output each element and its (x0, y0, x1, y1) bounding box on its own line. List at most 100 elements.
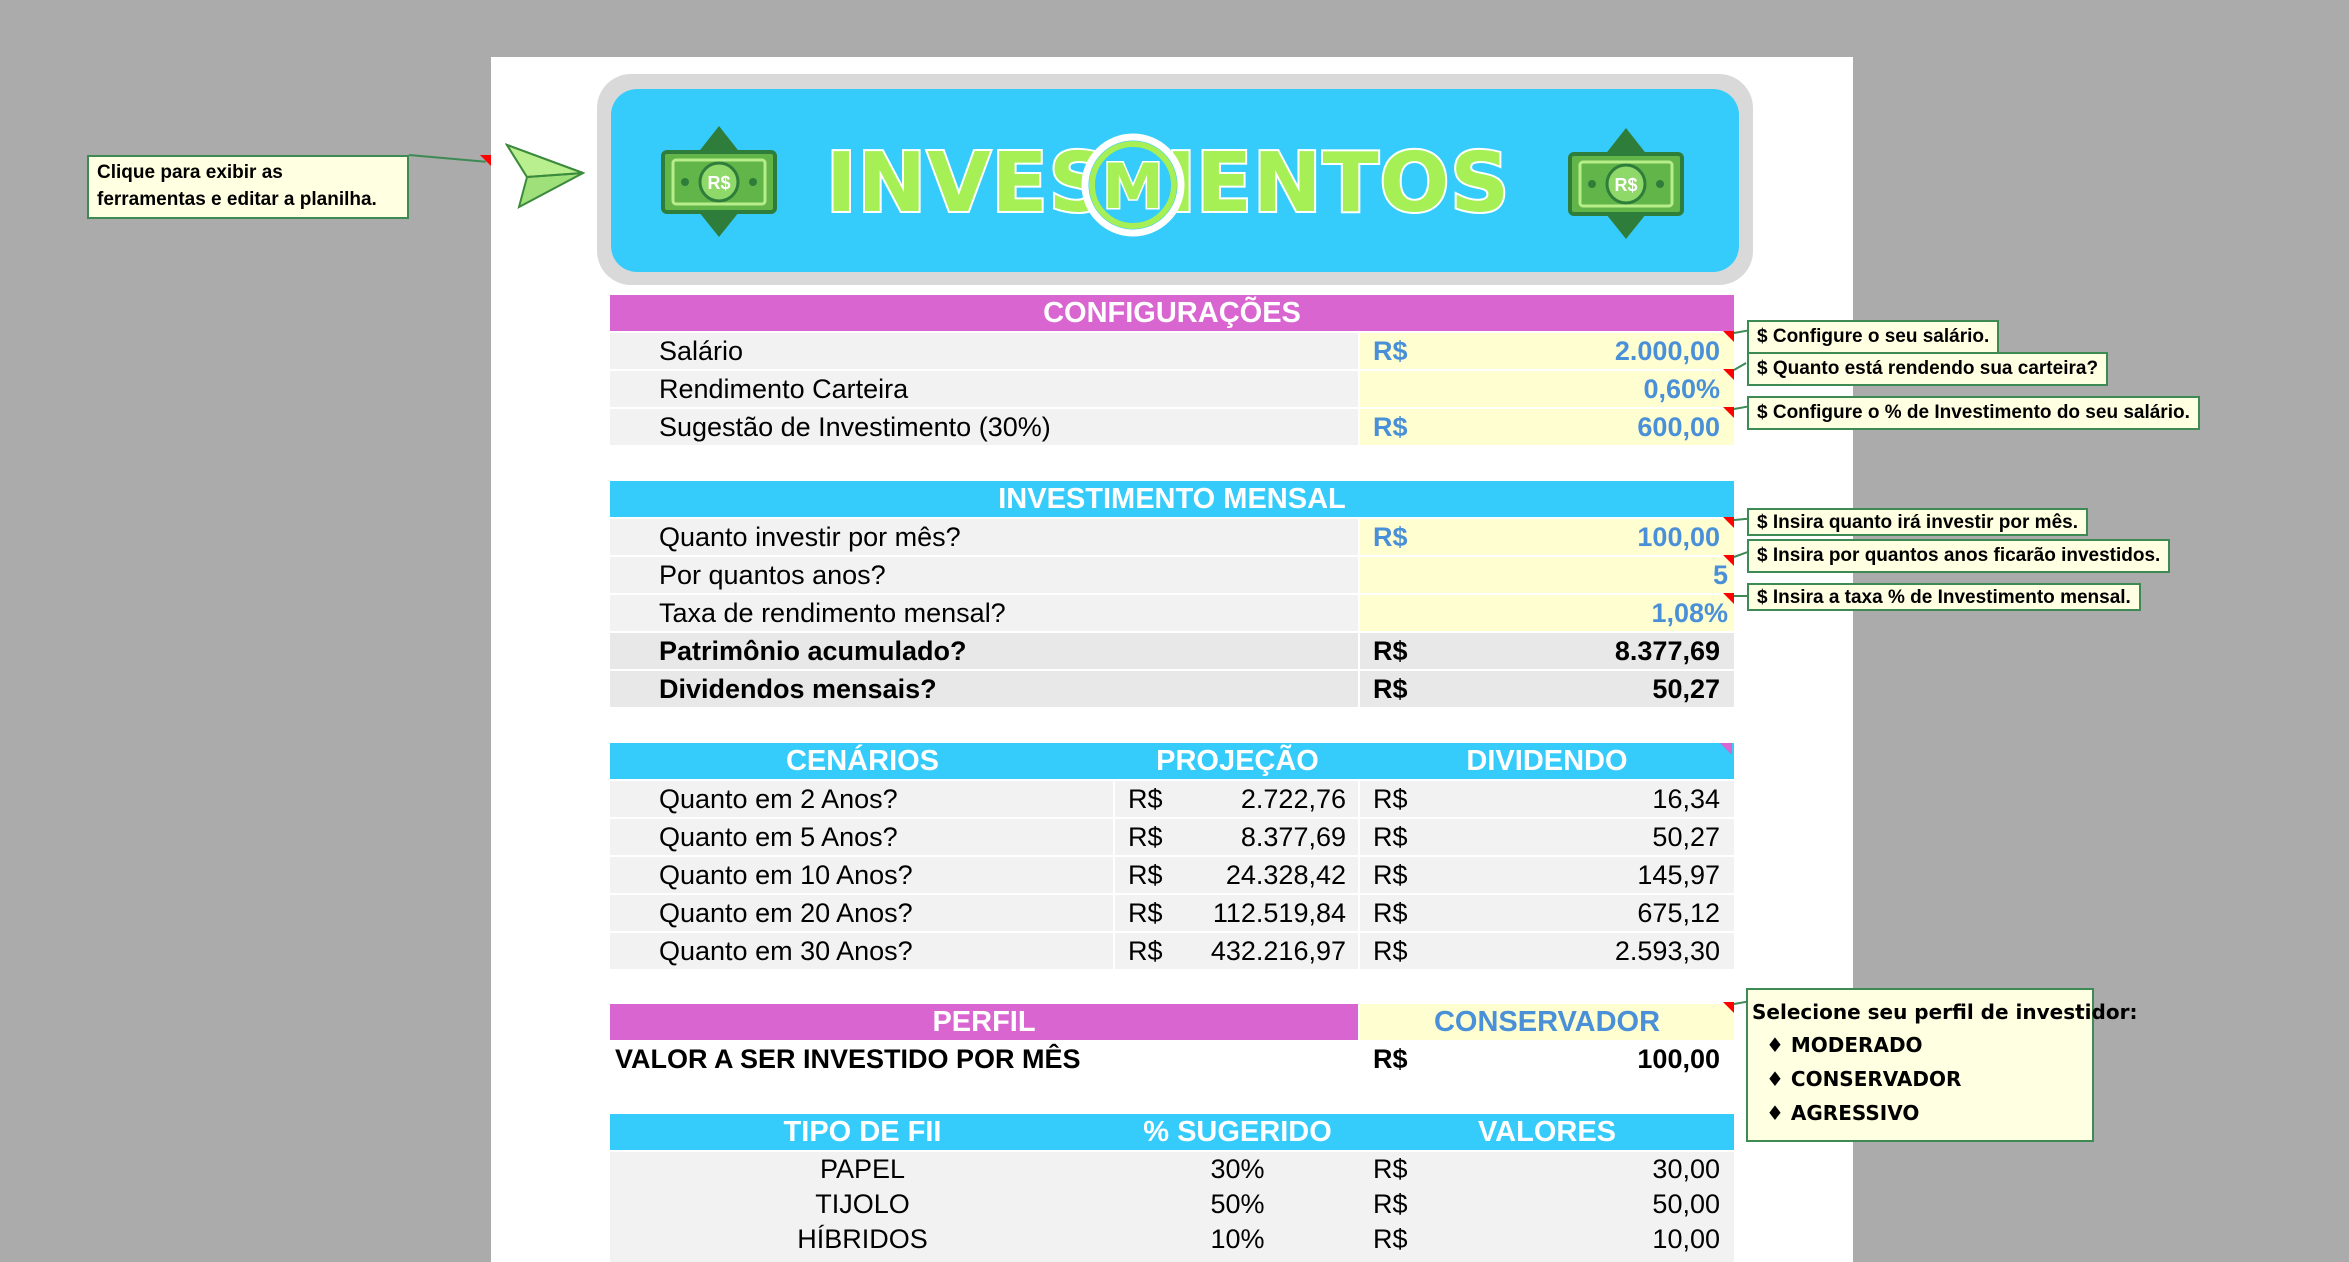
fii-value: 10,00 (1652, 1223, 1720, 1254)
comment-marker (1723, 369, 1734, 380)
scenario-currency: R$ (1360, 819, 1480, 855)
monthly-row-label: Taxa de rendimento mensal? (610, 595, 1358, 631)
paper-plane-icon[interactable] (505, 143, 585, 211)
scenario-dividend: 16,34 (1480, 781, 1734, 817)
config-row-currency: R$ (1360, 409, 1480, 445)
comment-marker (480, 155, 491, 166)
scenario-currency: R$ (1360, 781, 1480, 817)
config-row-label: Rendimento Carteira (610, 371, 1358, 407)
fii-currency: R$ (1373, 1153, 1408, 1184)
m-logo-letter: M (1102, 150, 1164, 223)
fii-percent: 50% (1210, 1188, 1265, 1219)
monthly-header: INVESTIMENTO MENSAL (610, 481, 1734, 517)
salary-note: $ Configure o seu salário. (1747, 320, 2000, 354)
scenario-currency: R$ (1115, 895, 1185, 931)
scenario-label: Quanto em 20 Anos? (610, 895, 1113, 931)
scenario-currency: R$ (1360, 933, 1480, 969)
profile-note: Selecione seu perfil de investidor: ♦ MO… (1746, 988, 2138, 1142)
comment-marker (1723, 555, 1734, 566)
investment-percent-note: $ Configure o % de Investimento do seu s… (1747, 396, 2200, 430)
scenario-dividend: 2.593,30 (1480, 933, 1734, 969)
scenario-label: Quanto em 10 Anos? (610, 857, 1113, 893)
profile-select[interactable]: CONSERVADOR (1360, 1004, 1734, 1040)
money-bill-icon: R$ (661, 126, 777, 237)
profile-value-label: VALOR A SER INVESTIDO POR MÊS (615, 1043, 1081, 1074)
monthly-rate-note: $ Insira a taxa % de Investimento mensal… (1747, 583, 2141, 611)
profile-option-moderado: ♦ MODERADO (1766, 1033, 1923, 1057)
monthly-row-currency (1360, 595, 1480, 631)
scenario-currency: R$ (1115, 781, 1185, 817)
comment-marker (1723, 593, 1734, 604)
scenarios-header-label: CENÁRIOS (610, 743, 1115, 779)
fii-type-header: TIPO DE FII (610, 1114, 1115, 1150)
money-bill-icon: R$ (1568, 128, 1684, 239)
fii-percent: 30% (1210, 1153, 1265, 1184)
scenario-dividend: 675,12 (1480, 895, 1734, 931)
profile-header: PERFIL (610, 1004, 1358, 1040)
scenario-projection: 24.328,42 (1185, 857, 1358, 893)
dividend-header: DIVIDENDO (1360, 743, 1734, 779)
portfolio-yield-input[interactable]: 0,60% (1480, 371, 1734, 407)
fii-values-header: VALORES (1360, 1114, 1734, 1150)
projection-header: PROJEÇÃO (1115, 743, 1360, 779)
years-note: $ Insira por quantos anos ficarão invest… (1747, 539, 2171, 573)
comment-marker (1723, 1002, 1734, 1013)
portfolio-yield-note: $ Quanto está rendendo sua carteira? (1747, 352, 2109, 386)
m-logo-icon: M (1081, 133, 1185, 237)
config-header: CONFIGURAÇÕES (610, 295, 1734, 331)
money-bill-label: R$ (1614, 175, 1637, 195)
fii-percent: 10% (1210, 1223, 1265, 1254)
scenario-projection: 2.722,76 (1185, 781, 1358, 817)
scenario-currency: R$ (1360, 857, 1480, 893)
comment-marker (1723, 331, 1734, 342)
money-bill-label: R$ (707, 173, 730, 193)
scenario-dividend: 145,97 (1480, 857, 1734, 893)
accumulated-wealth-value: 8.377,69 (1480, 633, 1734, 669)
monthly-row-currency: R$ (1360, 633, 1480, 669)
monthly-row-currency (1360, 557, 1480, 593)
fii-type: PAPEL (819, 1153, 906, 1184)
scenario-dividend: 50,27 (1480, 819, 1734, 855)
scenario-currency: R$ (1115, 933, 1185, 969)
monthly-row-label: Patrimônio acumulado? (610, 633, 1358, 669)
header-corner-marker (1720, 743, 1732, 755)
comment-marker (1723, 517, 1734, 528)
scenario-label: Quanto em 5 Anos? (610, 819, 1113, 855)
investment-suggestion-input[interactable]: 600,00 (1480, 409, 1734, 445)
monthly-row-currency: R$ (1360, 519, 1480, 555)
monthly-amount-note: $ Insira quanto irá investir por mês. (1747, 508, 2088, 536)
comment-marker (1723, 407, 1734, 418)
monthly-row-label: Por quantos anos? (610, 557, 1358, 593)
salary-input[interactable]: 2.000,00 (1480, 333, 1734, 369)
scenario-currency: R$ (1115, 857, 1185, 893)
fii-value: 30,00 (1652, 1153, 1720, 1184)
fii-type: HÍBRIDOS (797, 1223, 928, 1254)
scenario-projection: 112.519,84 (1185, 895, 1358, 931)
scenario-projection: 8.377,69 (1185, 819, 1358, 855)
monthly-row-currency: R$ (1360, 671, 1480, 707)
monthly-row-label: Quanto investir por mês? (610, 519, 1358, 555)
banner-title-right: ENTOS (1194, 134, 1511, 233)
scenario-label: Quanto em 2 Anos? (610, 781, 1113, 817)
monthly-dividends-value: 50,27 (1480, 671, 1734, 707)
profile-option-agressivo: ♦ AGRESSIVO (1766, 1101, 1920, 1125)
fii-currency: R$ (1373, 1188, 1408, 1219)
monthly-rate-input[interactable]: 1,08% (1480, 595, 1734, 631)
help-note: Clique para exibir as ferramentas e edit… (87, 155, 409, 219)
config-row-currency (1360, 371, 1480, 407)
scenario-projection: 432.216,97 (1185, 933, 1358, 969)
profile-option-conservador: ♦ CONSERVADOR (1766, 1067, 1962, 1091)
note-connector (1734, 595, 1748, 597)
monthly-row-label: Dividendos mensais? (610, 671, 1358, 707)
profile-monthly-value: 100,00 (1637, 1043, 1720, 1074)
scenario-label: Quanto em 30 Anos? (610, 933, 1113, 969)
fii-value: 50,00 (1652, 1188, 1720, 1219)
scenario-currency: R$ (1360, 895, 1480, 931)
config-row-label: Sugestão de Investimento (30%) (610, 409, 1358, 445)
profile-note-title: Selecione seu perfil de investidor: (1752, 1000, 2138, 1024)
monthly-amount-input[interactable]: 100,00 (1480, 519, 1734, 555)
config-row-label: Salário (610, 333, 1358, 369)
years-input[interactable]: 5 (1480, 557, 1734, 593)
fii-type: TIJOLO (815, 1188, 910, 1219)
help-note-connector (408, 154, 486, 163)
